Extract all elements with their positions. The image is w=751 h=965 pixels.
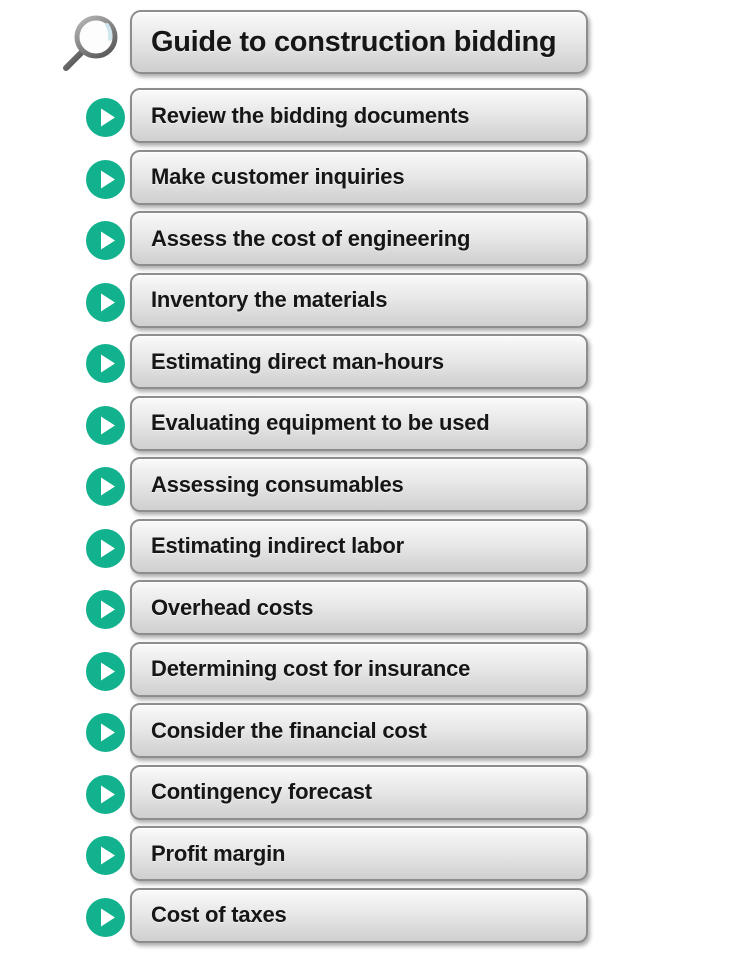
step-row: Make customer inquiries [0,149,751,208]
step-label: Evaluating equipment to be used [151,410,490,435]
step-row: Determining cost for insurance [0,641,751,700]
play-circle-icon [85,528,126,569]
step-button[interactable]: Inventory the materials [130,272,588,328]
play-circle-icon [85,835,126,876]
step-label: Cost of taxes [151,902,287,927]
step-row: Assess the cost of engineering [0,211,751,269]
step-label: Assess the cost of engineering [151,225,471,251]
step-row: Cost of taxes [0,887,751,946]
step-button[interactable]: Estimating direct man-hours [130,334,588,389]
step-label: Overhead costs [151,594,314,620]
step-row: Estimating direct man-hours [0,334,751,392]
step-label: Estimating indirect labor [151,533,404,558]
step-button[interactable]: Consider the financial cost [130,703,588,758]
play-circle-icon [85,97,126,138]
step-button[interactable]: Evaluating equipment to be used [130,395,588,451]
step-row: Review the bidding documents [0,88,751,146]
page-title: Guide to construction bidding [151,25,557,58]
play-circle-icon [85,220,126,261]
step-label: Assessing consumables [151,471,404,497]
step-row: Evaluating equipment to be used [0,395,751,454]
step-row: Inventory the materials [0,272,751,331]
step-row: Estimating indirect labor [0,518,751,577]
step-button[interactable]: Determining cost for insurance [130,641,588,697]
step-button[interactable]: Review the bidding documents [130,88,588,143]
construction-bidding-infographic: Guide to construction bidding Review the… [0,0,751,965]
step-row: Profit margin [0,826,751,884]
step-button[interactable]: Contingency forecast [130,764,588,820]
play-circle-icon [85,466,126,507]
step-row: Assessing consumables [0,457,751,515]
step-label: Consider the financial cost [151,717,427,743]
step-button[interactable]: Cost of taxes [130,887,588,943]
play-circle-icon [85,712,126,753]
step-button[interactable]: Make customer inquiries [130,149,588,205]
play-circle-icon [85,282,126,323]
step-label: Profit margin [151,840,286,866]
title-button[interactable]: Guide to construction bidding [130,10,588,74]
step-label: Contingency forecast [151,779,372,804]
header-row: Guide to construction bidding [0,6,751,78]
play-circle-icon [85,651,126,692]
step-row: Contingency forecast [0,764,751,823]
step-label: Determining cost for insurance [151,656,471,681]
step-label: Make customer inquiries [151,164,405,189]
play-circle-icon [85,159,126,200]
play-circle-icon [85,343,126,384]
step-button[interactable]: Estimating indirect labor [130,518,588,574]
play-circle-icon [85,897,126,938]
play-circle-icon [85,774,126,815]
magnifier-icon [58,12,124,74]
step-button[interactable]: Assess the cost of engineering [130,211,588,266]
play-circle-icon [85,589,126,630]
step-row: Consider the financial cost [0,703,751,761]
play-circle-icon [85,405,126,446]
step-button[interactable]: Overhead costs [130,580,588,635]
step-label: Estimating direct man-hours [151,348,444,374]
step-button[interactable]: Assessing consumables [130,457,588,512]
step-label: Review the bidding documents [151,102,470,128]
step-row: Overhead costs [0,580,751,638]
step-label: Inventory the materials [151,287,388,312]
step-button[interactable]: Profit margin [130,826,588,881]
